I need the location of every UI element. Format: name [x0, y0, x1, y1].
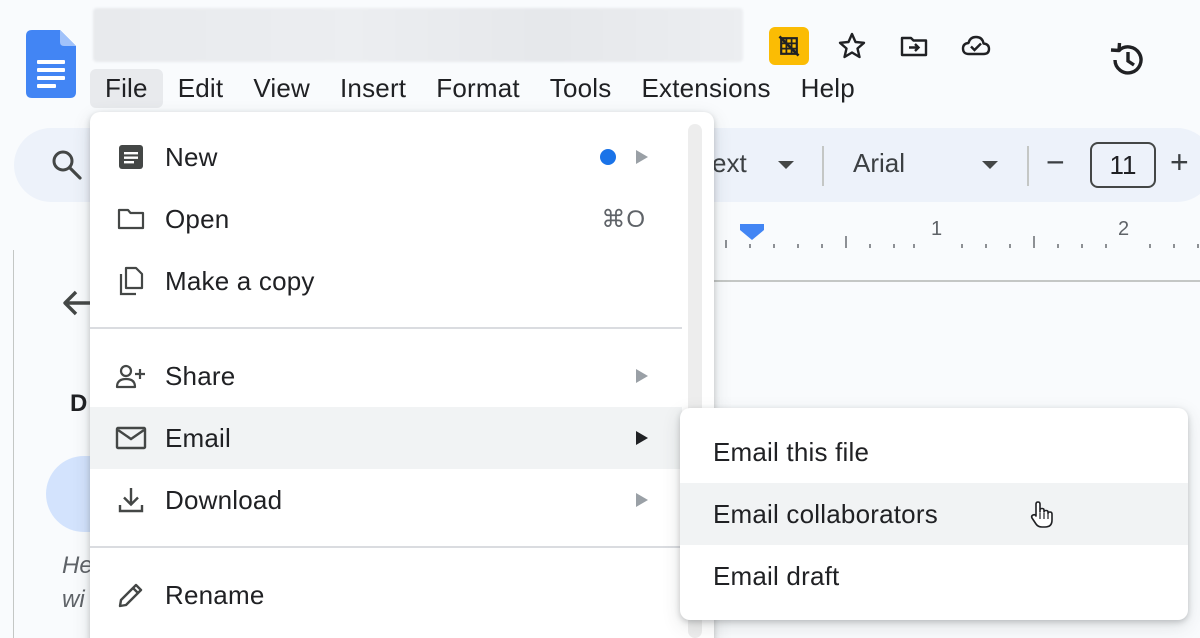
- document-title[interactable]: [93, 8, 743, 62]
- side-panel-heading: D: [70, 390, 88, 417]
- menu-extensions[interactable]: Extensions: [626, 69, 785, 108]
- add-person-icon: [114, 359, 148, 393]
- menu-edit[interactable]: Edit: [163, 69, 239, 108]
- download-icon: [114, 483, 148, 517]
- decrease-font-size-button[interactable]: −: [1046, 144, 1065, 181]
- menu-item-make-a-copy[interactable]: Make a copy: [90, 250, 682, 312]
- submenu-item-email-collaborators[interactable]: Email collaborators: [680, 483, 1188, 545]
- font-size-input[interactable]: 11: [1090, 142, 1156, 188]
- menu-bar: File Edit View Insert Format Tools Exten…: [90, 66, 870, 110]
- mail-icon: [114, 421, 148, 455]
- style-caret-icon: [778, 161, 794, 169]
- submenu-arrow-icon: [636, 369, 648, 383]
- menu-item-rename[interactable]: Rename: [90, 564, 682, 626]
- menu-format[interactable]: Format: [421, 69, 535, 108]
- ruler-baseline: [700, 280, 1200, 282]
- submenu-arrow-icon: [636, 150, 648, 164]
- menu-item-new[interactable]: New: [90, 126, 682, 188]
- submenu-arrow-icon: [636, 493, 648, 507]
- vertical-ruler: [0, 250, 14, 638]
- open-shortcut: ⌘O: [601, 205, 646, 233]
- side-panel-hint-line-2: wi: [62, 586, 85, 613]
- cloud-saved-icon[interactable]: [956, 26, 996, 66]
- search-menus-icon[interactable]: [50, 148, 84, 182]
- file-menu: New Open ⌘O Make a copy Share Email Down…: [90, 112, 714, 638]
- ruler-mark-1: 1: [931, 218, 943, 240]
- submenu-item-email-draft[interactable]: Email draft: [680, 545, 1188, 607]
- increase-font-size-button[interactable]: +: [1170, 144, 1189, 181]
- paragraph-style-dropdown[interactable]: ext: [712, 148, 747, 179]
- side-panel-hint-line-1: He: [62, 552, 93, 579]
- menu-divider: [90, 327, 682, 329]
- new-templates-dot: [600, 149, 616, 165]
- pointer-hand-cursor-icon: [1030, 501, 1053, 528]
- docs-logo-icon[interactable]: [26, 30, 76, 98]
- submenu-arrow-icon: [636, 431, 648, 445]
- menu-item-download[interactable]: Download: [90, 469, 682, 531]
- email-submenu: Email this file Email collaborators Emai…: [680, 408, 1188, 620]
- menu-item-email[interactable]: Email: [90, 407, 682, 469]
- new-doc-icon: [114, 140, 148, 174]
- folder-icon: [114, 202, 148, 236]
- move-to-folder-icon[interactable]: [894, 26, 934, 66]
- version-history-icon[interactable]: [1104, 37, 1150, 83]
- menu-insert[interactable]: Insert: [325, 69, 421, 108]
- menu-help[interactable]: Help: [786, 69, 870, 108]
- no-access-badge-icon[interactable]: [769, 27, 809, 65]
- star-icon[interactable]: [832, 26, 872, 66]
- toolbar-divider: [822, 146, 824, 186]
- menu-view[interactable]: View: [238, 69, 325, 108]
- menu-divider: [90, 546, 682, 548]
- menu-file[interactable]: File: [90, 68, 163, 108]
- submenu-item-email-this-file[interactable]: Email this file: [680, 421, 1188, 483]
- toolbar-divider: [1027, 146, 1029, 186]
- menu-item-open[interactable]: Open ⌘O: [90, 188, 682, 250]
- font-family-dropdown[interactable]: Arial: [853, 148, 905, 179]
- menu-tools[interactable]: Tools: [535, 69, 627, 108]
- ruler-mark-2: 2: [1118, 218, 1130, 240]
- copy-icon: [114, 264, 148, 298]
- font-caret-icon: [982, 161, 998, 169]
- pencil-icon: [114, 578, 148, 612]
- menu-item-share[interactable]: Share: [90, 345, 682, 407]
